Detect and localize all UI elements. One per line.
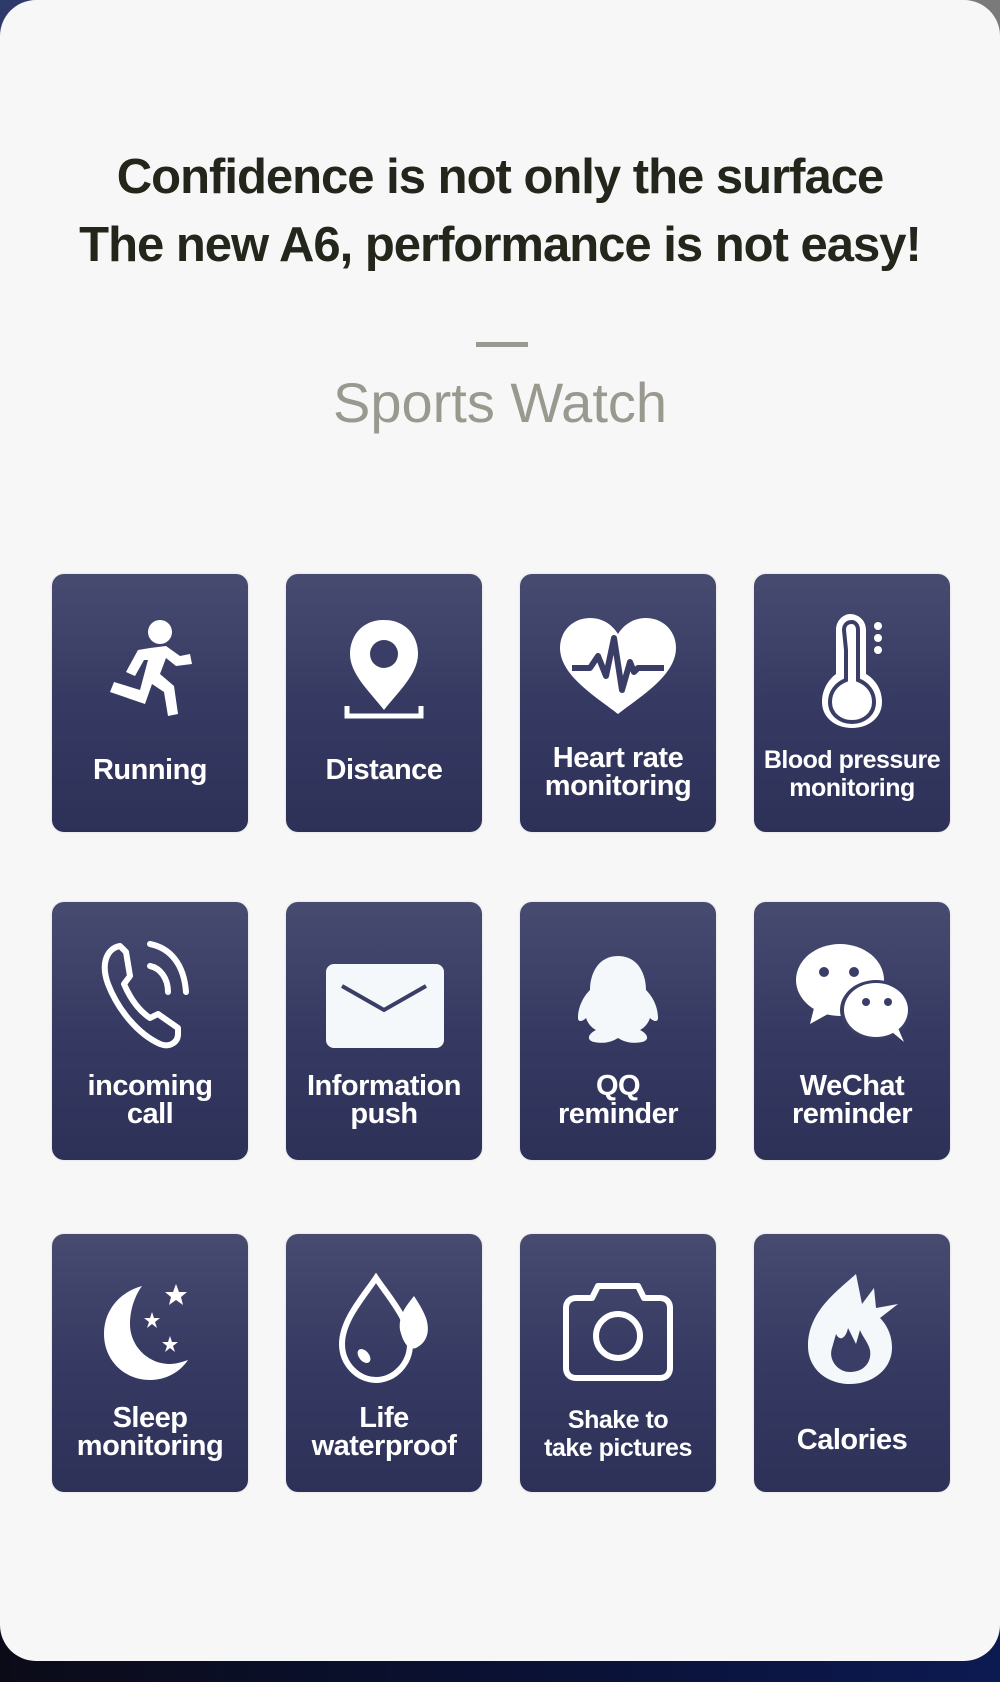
- qq-penguin-icon: [578, 956, 658, 1043]
- feature-label-line-1: QQ: [595, 1070, 641, 1102]
- feature-tile-qq-reminder: QQ reminder: [520, 902, 716, 1160]
- feature-label-line-1: Life: [359, 1402, 409, 1434]
- feature-tile-information-push: Information push: [286, 902, 482, 1160]
- feature-label: Shake to take pictures: [520, 1406, 716, 1462]
- divider: [476, 342, 528, 347]
- feature-label: Distance: [325, 754, 443, 786]
- feature-label-line-1: incoming: [87, 1070, 213, 1102]
- feature-label-line-1: Information: [307, 1070, 462, 1102]
- heart-rate-icon: [560, 618, 676, 714]
- headline-line-1: Confidence is not only the surface: [116, 150, 884, 204]
- content-card: Confidence is not only the surface The n…: [0, 0, 1000, 1661]
- feature-label-line-2: monitoring: [789, 774, 915, 802]
- feature-label: Life waterproof: [286, 1402, 482, 1462]
- feature-tile-sleep-monitoring: Sleep monitoring: [52, 1234, 248, 1492]
- feature-label: QQ reminder: [520, 1070, 716, 1130]
- feature-label-line-2: call: [126, 1098, 174, 1130]
- feature-tile-incoming-call: incoming call: [52, 902, 248, 1160]
- feature-label-line-1: Sleep: [112, 1402, 188, 1434]
- feature-label: Sleep monitoring: [52, 1402, 248, 1462]
- feature-label: Heart rate monitoring: [520, 742, 716, 802]
- feature-label: Running: [92, 754, 208, 786]
- feature-label-line-1: Shake to: [567, 1406, 669, 1434]
- feature-label-line-1: WeChat: [799, 1070, 905, 1102]
- feature-tile-blood-pressure: Blood pressure monitoring: [754, 574, 950, 832]
- location-pin-icon: [344, 620, 424, 719]
- feature-label-line-2: push: [350, 1098, 418, 1130]
- feature-label-line-1: Heart rate: [552, 742, 684, 774]
- feature-label-line-2: monitoring: [544, 770, 692, 802]
- phone-call-icon: [101, 941, 189, 1049]
- envelope-icon: [326, 964, 444, 1048]
- feature-tile-heart-rate: Heart rate monitoring: [520, 574, 716, 832]
- thermometer-icon: [822, 614, 882, 728]
- headline: Confidence is not only the surface The n…: [0, 143, 1000, 279]
- feature-label-line-2: reminder: [791, 1098, 913, 1130]
- feature-tile-calories: Calories: [754, 1234, 950, 1492]
- feature-label-line-2: reminder: [557, 1098, 679, 1130]
- feature-label-line-2: monitoring: [76, 1430, 224, 1462]
- feature-label: Information push: [286, 1070, 482, 1130]
- feature-label: incoming call: [52, 1070, 248, 1130]
- feature-tile-life-waterproof: Life waterproof: [286, 1234, 482, 1492]
- feature-label: Calories: [796, 1424, 908, 1456]
- running-icon: [110, 620, 192, 716]
- feature-tile-distance: Distance: [286, 574, 482, 832]
- camera-icon: [563, 1283, 673, 1381]
- moon-stars-icon: [104, 1284, 188, 1380]
- headline-line-2: The new A6, performance is not easy!: [79, 218, 922, 272]
- feature-label-line-2: waterproof: [311, 1430, 457, 1462]
- wechat-icon: [796, 944, 912, 1042]
- feature-tile-shake-to-take-pictures: Shake to take pictures: [520, 1234, 716, 1492]
- water-drop-icon: [338, 1272, 428, 1384]
- feature-label: WeChat reminder: [754, 1070, 950, 1130]
- feature-label-line-1: Blood pressure: [763, 746, 941, 774]
- flame-icon: [808, 1274, 898, 1384]
- feature-label: Blood pressure monitoring: [754, 746, 950, 802]
- section-subtitle: Sports Watch: [332, 371, 668, 434]
- feature-tile-wechat-reminder: WeChat reminder: [754, 902, 950, 1160]
- feature-tile-running: Running: [52, 574, 248, 832]
- feature-label-line-2: take pictures: [544, 1434, 692, 1462]
